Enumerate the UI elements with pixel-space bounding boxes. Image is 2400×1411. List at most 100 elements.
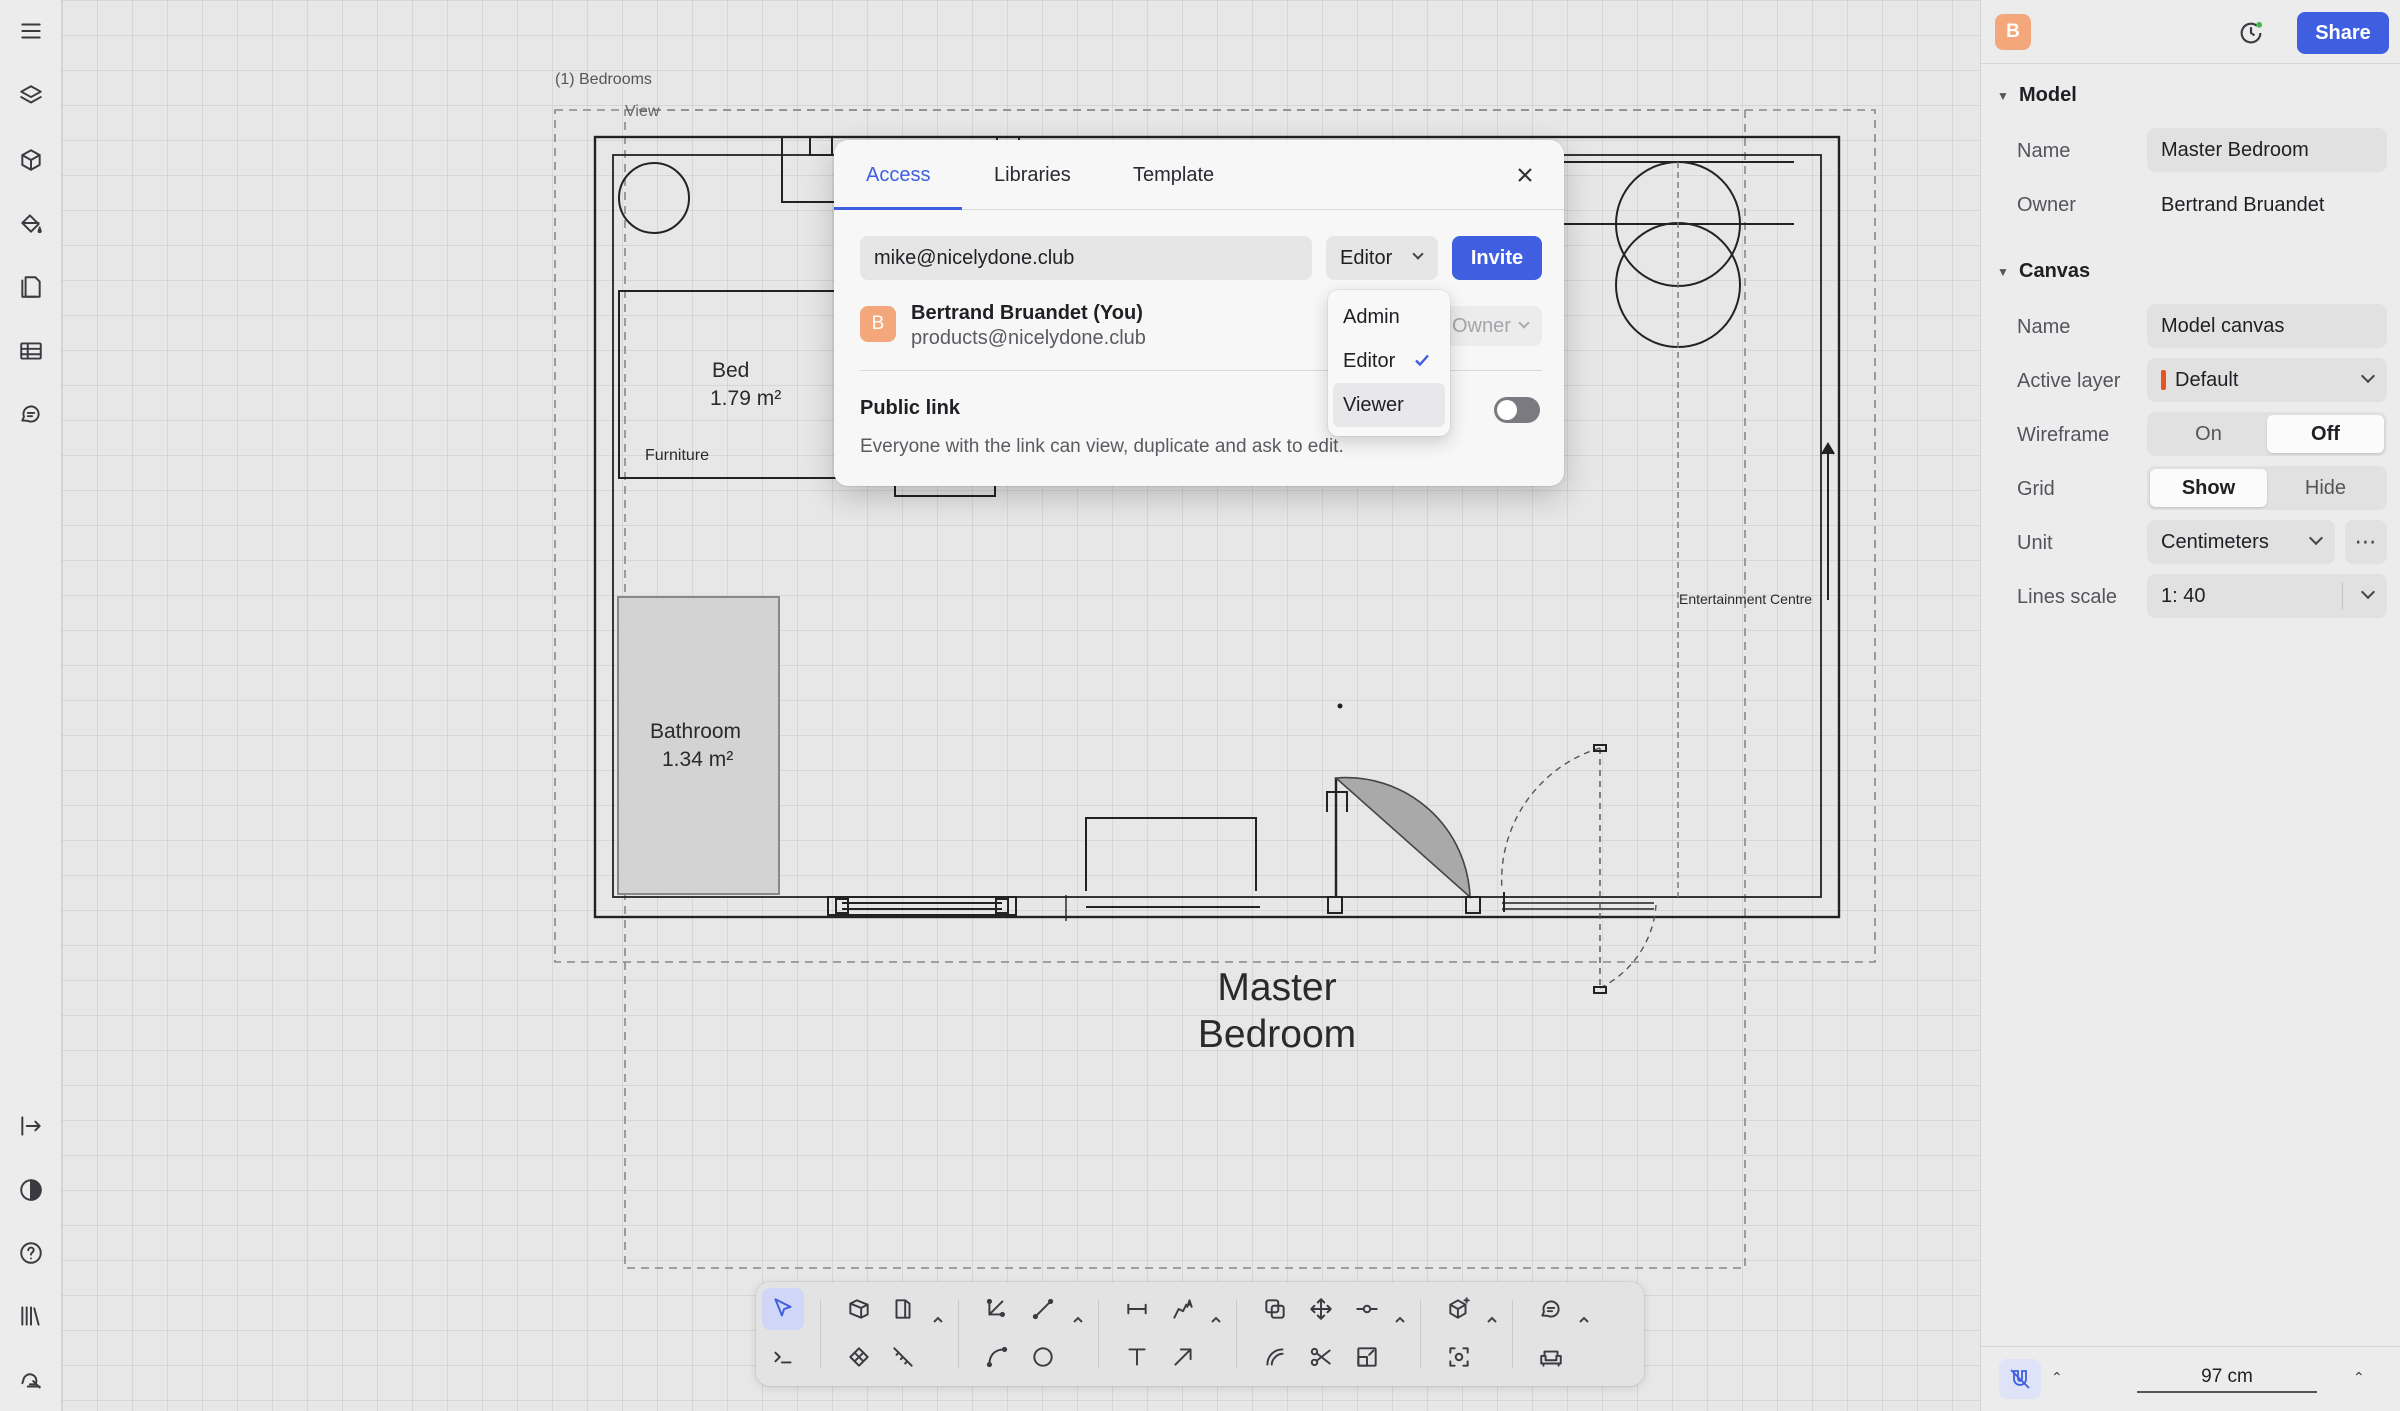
menu-icon[interactable]: [11, 11, 51, 51]
snap-toggle[interactable]: [1999, 1359, 2041, 1399]
tab-access[interactable]: Access: [866, 164, 930, 187]
help-icon[interactable]: [11, 1233, 51, 1273]
door-tool[interactable]: [882, 1288, 924, 1330]
toolbar-separator: [958, 1300, 959, 1368]
menu-item-label: Admin: [1343, 305, 1400, 328]
history-button[interactable]: [2233, 15, 2269, 51]
active-layer-label: Active layer: [2017, 370, 2121, 392]
move-tool[interactable]: [1300, 1288, 1342, 1330]
group-expand[interactable]: [930, 1312, 946, 1328]
comments-icon[interactable]: [11, 394, 51, 434]
user-avatar[interactable]: B: [1995, 14, 2031, 50]
polyline-icon: [986, 1298, 1006, 1318]
model-name-field[interactable]: Master Bedroom: [2147, 128, 2387, 172]
dimension-tool[interactable]: [1116, 1288, 1158, 1330]
library-icon[interactable]: [11, 1296, 51, 1336]
room-title-line2: Bedroom: [1197, 1013, 1357, 1056]
add-object-tool[interactable]: [1438, 1288, 1480, 1330]
split-tool[interactable]: [1346, 1288, 1388, 1330]
check-icon: [1413, 351, 1431, 369]
circle-tool[interactable]: [1022, 1336, 1064, 1378]
arc-tool[interactable]: [976, 1336, 1018, 1378]
arrow-tool[interactable]: [1162, 1336, 1204, 1378]
active-layer-select[interactable]: Default: [2147, 358, 2387, 402]
cube-icon[interactable]: [11, 140, 51, 180]
cut-tool[interactable]: [1300, 1336, 1342, 1378]
lines-scale-select[interactable]: 1: 40: [2147, 574, 2387, 618]
close-button[interactable]: [1510, 160, 1540, 190]
more-icon: ⋯: [2354, 529, 2378, 554]
chevron-up-icon[interactable]: ⌃: [2353, 1369, 2365, 1386]
invite-email-input[interactable]: [860, 236, 1312, 280]
split-icon: [1356, 1304, 1378, 1314]
pages-icon[interactable]: [11, 267, 51, 307]
model-section-toggle[interactable]: ▼ Model: [1997, 84, 2077, 107]
arrow-icon: [1174, 1348, 1192, 1366]
duplicate-icon: [1265, 1299, 1285, 1319]
move-icon: [1310, 1298, 1332, 1320]
wireframe-on-option[interactable]: On: [2150, 415, 2267, 453]
model-owner-label: Owner: [2017, 194, 2076, 216]
public-link-toggle[interactable]: [1494, 397, 1540, 423]
canvas-name-field[interactable]: Model canvas: [2147, 304, 2387, 348]
tab-template[interactable]: Template: [1133, 164, 1214, 187]
canvas-section-title: Canvas: [2019, 260, 2091, 282]
chevron-up-icon[interactable]: ⌃: [2051, 1369, 2063, 1386]
table-icon[interactable]: [11, 331, 51, 371]
annotation-tool[interactable]: [1162, 1288, 1204, 1330]
chat-support-icon[interactable]: [11, 1360, 51, 1400]
share-button[interactable]: Share: [2297, 12, 2389, 54]
furniture-tool[interactable]: [1530, 1336, 1572, 1378]
wall-tool[interactable]: [838, 1288, 880, 1330]
measure-tool[interactable]: [882, 1336, 924, 1378]
invite-role-select[interactable]: Editor: [1326, 236, 1438, 280]
menu-item-admin[interactable]: Admin: [1333, 295, 1445, 339]
unit-select[interactable]: Centimeters: [2147, 520, 2335, 564]
expand-panel-icon[interactable]: [11, 1106, 51, 1146]
layers-icon[interactable]: [11, 76, 51, 116]
furniture-label: Furniture: [645, 447, 710, 464]
comment-tool[interactable]: [1530, 1288, 1572, 1330]
duplicate-tool[interactable]: [1254, 1288, 1296, 1330]
group-expand[interactable]: [1392, 1312, 1408, 1328]
text-tool[interactable]: [1116, 1336, 1158, 1378]
group-expand[interactable]: [1070, 1312, 1086, 1328]
polyline-tool[interactable]: [976, 1288, 1018, 1330]
role-dropdown-menu: Admin Editor Viewer: [1328, 290, 1450, 436]
contrast-icon[interactable]: [11, 1170, 51, 1210]
line-tool[interactable]: [1022, 1288, 1064, 1330]
terminal-tool[interactable]: [762, 1336, 804, 1378]
toolbar-separator: [1512, 1300, 1513, 1368]
panel-footer: ⌃ 97 cm ⌃: [1981, 1346, 2400, 1411]
text-icon: [1128, 1348, 1146, 1366]
floor-tool[interactable]: [838, 1336, 880, 1378]
public-link-description: Everyone with the link can view, duplica…: [860, 436, 1344, 457]
member-role-value: Owner: [1452, 314, 1511, 337]
menu-item-editor[interactable]: Editor: [1333, 339, 1445, 383]
invite-button[interactable]: Invite: [1452, 236, 1542, 280]
group-expand[interactable]: [1208, 1312, 1224, 1328]
canvas-name-label: Name: [2017, 316, 2071, 338]
canvas-section-toggle[interactable]: ▼ Canvas: [1997, 260, 2090, 283]
toolbar-separator: [1098, 1300, 1099, 1368]
model-section-title: Model: [2019, 84, 2077, 106]
group-expand[interactable]: [1484, 1312, 1500, 1328]
scale-tool[interactable]: [1346, 1336, 1388, 1378]
public-link-title: Public link: [860, 397, 961, 419]
close-icon: [1518, 168, 1532, 182]
unit-more-button[interactable]: ⋯: [2345, 520, 2387, 564]
chevron-up-icon: [1395, 1316, 1405, 1323]
select-tool[interactable]: [762, 1288, 804, 1330]
grid-hide-option[interactable]: Hide: [2267, 469, 2384, 507]
chevron-down-icon: ▼: [1997, 88, 2009, 103]
tab-libraries[interactable]: Libraries: [994, 164, 1071, 187]
entertainment-centre-label: Entertainment Centre: [1679, 591, 1813, 607]
group-expand[interactable]: [1576, 1312, 1592, 1328]
focus-object-tool[interactable]: [1438, 1336, 1480, 1378]
menu-item-viewer[interactable]: Viewer: [1333, 383, 1445, 427]
offset-tool[interactable]: [1254, 1336, 1296, 1378]
grid-show-option[interactable]: Show: [2150, 469, 2267, 507]
paint-bucket-icon[interactable]: [11, 203, 51, 243]
terminal-icon: [774, 1351, 792, 1364]
wireframe-off-option[interactable]: Off: [2267, 415, 2384, 453]
